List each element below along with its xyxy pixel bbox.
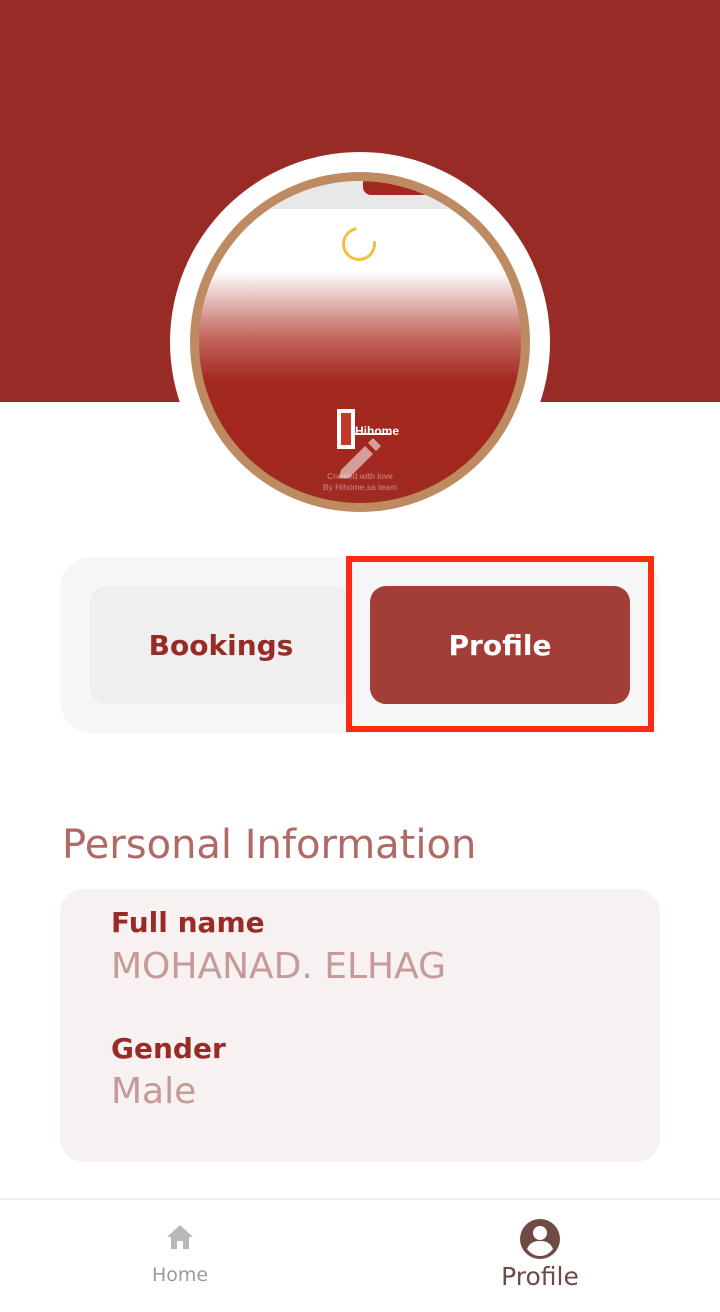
gender-label: Gender [111,1032,226,1065]
tab-bookings[interactable]: Bookings [90,586,352,704]
nav-item-profile[interactable]: Profile [460,1212,620,1302]
avatar-caption: By Hihome.sa team [322,482,398,492]
nav-item-label: Home [151,1264,209,1286]
full-name-value: MOHANAD. ELHAG [111,946,447,987]
loading-spinner-icon [335,220,383,268]
gender-value: Male [111,1071,197,1112]
section-title-personal-information: Personal Information [62,822,477,868]
edit-pencil-icon[interactable] [335,430,385,480]
home-icon [167,1225,193,1249]
avatar-image-topbar [199,181,521,209]
account-circle-icon [520,1219,560,1259]
full-name-label: Full name [111,906,265,939]
nav-item-label: Profile [501,1262,579,1291]
nav-item-home[interactable]: Home [110,1212,250,1302]
highlight-box [346,556,654,732]
avatar-image-tab [363,181,443,195]
profile-screen: Hihome Created with love By Hihome.sa te… [0,0,720,1312]
